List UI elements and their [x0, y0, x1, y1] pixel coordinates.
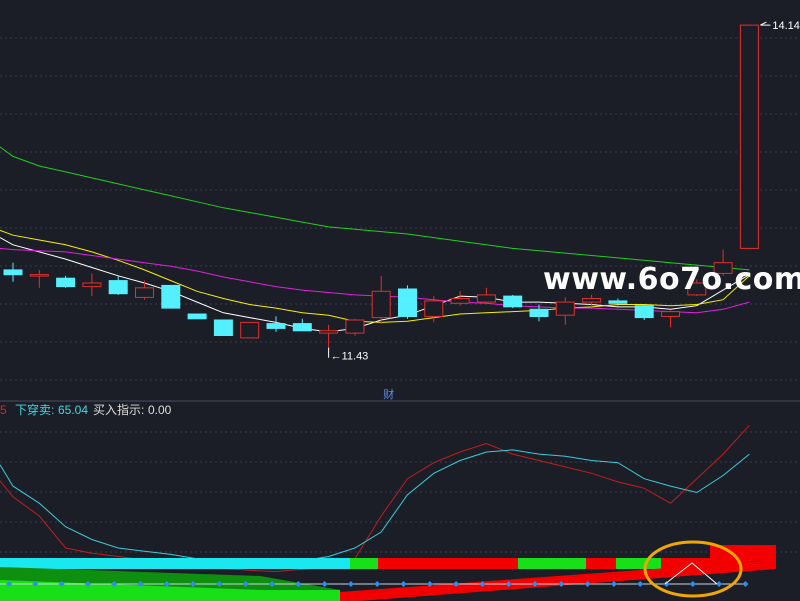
candle	[187, 313, 207, 320]
stock-chart: 14.14 ←11.43 财 5 下穿卖: 65.04 买入指示: 0.00 S w…	[0, 0, 800, 601]
candle-body	[292, 323, 312, 332]
candle-body	[319, 330, 339, 334]
candle-body	[29, 274, 49, 277]
event-marker: 财	[383, 387, 394, 401]
candle	[240, 321, 260, 339]
candle-body	[108, 280, 128, 295]
band-marker: S	[530, 559, 537, 571]
indicator-legend-value-a: 5	[0, 403, 7, 417]
candle-body	[608, 300, 628, 304]
candle-body	[634, 305, 654, 319]
candle	[634, 304, 654, 320]
candle	[345, 318, 365, 336]
band-green-2	[518, 558, 588, 569]
candle	[739, 24, 759, 249]
candle-body	[424, 300, 444, 317]
indicator-legend-label-c: 买入指示:	[93, 402, 144, 417]
band-green-1	[350, 558, 380, 569]
band-cyan	[0, 558, 370, 569]
candle-body	[503, 295, 523, 308]
candle-body	[450, 298, 470, 304]
indicator-legend-label-b: 下穿卖:	[15, 402, 54, 417]
candle	[213, 319, 233, 336]
candle-body	[661, 311, 680, 317]
band-red-1	[378, 558, 518, 569]
indicator-legend-value-c: 0.00	[148, 403, 172, 417]
candle-body	[371, 290, 391, 319]
candle-body	[82, 282, 102, 288]
candle-body	[266, 323, 286, 329]
candle-body	[161, 284, 181, 309]
candle-body	[3, 269, 23, 276]
candle-body	[187, 313, 207, 320]
candle	[503, 294, 523, 309]
candle-body	[345, 319, 365, 334]
candle-body	[529, 308, 549, 317]
low-price-label: ←11.43	[331, 351, 369, 363]
high-price-label: 14.14	[772, 20, 800, 32]
band-red-2	[586, 558, 616, 569]
candle-body	[56, 277, 76, 288]
candle-body	[240, 321, 260, 339]
candle	[161, 284, 181, 309]
candle-body	[135, 287, 154, 298]
candle	[398, 285, 417, 319]
watermark: www.6o7o.com	[543, 262, 800, 297]
candle-body	[213, 319, 233, 336]
candle-body	[476, 294, 496, 303]
indicator-legend-value-b: 65.04	[58, 403, 88, 417]
band-green-3	[616, 558, 661, 569]
candle-body	[739, 24, 759, 249]
candle-body	[398, 288, 417, 317]
candle-body	[582, 298, 602, 303]
candle-body	[555, 301, 575, 316]
